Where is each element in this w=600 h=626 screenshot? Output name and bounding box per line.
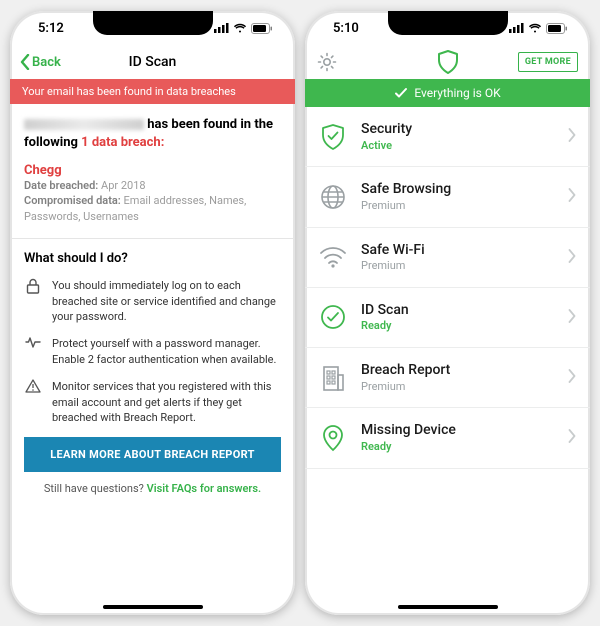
alert-banner: Your email has been found in data breach… [10, 79, 295, 104]
row-labels: Security Active [361, 121, 554, 152]
back-button[interactable]: Back [20, 54, 61, 70]
comp-label: Compromised data: [24, 194, 121, 207]
chevron-right-icon [568, 428, 576, 447]
home-indicator[interactable] [103, 605, 203, 609]
alert-text: Your email has been found in data breach… [22, 85, 236, 98]
breach-date-value: Apr 2018 [101, 179, 146, 192]
faq-link[interactable]: Visit FAQs for answers. [147, 482, 262, 495]
breach-count: 1 data breach: [81, 135, 164, 150]
back-label: Back [32, 55, 61, 70]
chevron-right-icon [568, 187, 576, 206]
row-labels: Missing Device Ready [361, 422, 554, 453]
row-title: Missing Device [361, 422, 554, 440]
row-title: Safe Wi-Fi [361, 242, 554, 260]
clock-time: 5:12 [38, 21, 64, 36]
building-icon [319, 364, 347, 392]
breach-date-label: Date breached: [24, 179, 98, 192]
lock-icon [24, 278, 42, 324]
compromised-data: Compromised data: Email addresses, Names… [24, 193, 281, 224]
chevron-right-icon [568, 308, 576, 327]
dashboard-row-id-scan[interactable]: ID Scan Ready [305, 288, 590, 348]
settings-button[interactable] [317, 52, 337, 72]
row-status: Ready [361, 440, 554, 454]
dashboard-row-breach-report[interactable]: Breach Report Premium [305, 348, 590, 408]
dashboard-row-safe-browsing[interactable]: Safe Browsing Premium [305, 167, 590, 227]
dashboard-row-missing-device[interactable]: Missing Device Ready [305, 408, 590, 468]
advice-3-text: Monitor services that you registered wit… [52, 379, 281, 425]
pin-icon [319, 424, 347, 452]
top-bar: GET MORE [305, 45, 590, 79]
advice-3: Monitor services that you registered wit… [24, 379, 281, 425]
status-banner: Everything is OK [305, 79, 590, 107]
status-bar: 5:12 [10, 11, 295, 45]
status-icons [509, 23, 568, 34]
row-title: ID Scan [361, 302, 554, 320]
content: has been found in the following 1 data b… [10, 104, 295, 615]
wifi-icon [319, 246, 347, 268]
signal-icon [214, 23, 229, 33]
home-indicator[interactable] [398, 605, 498, 609]
logo-shield-icon [437, 50, 459, 74]
dashboard-list: Security Active Safe Browsing Premium Sa… [305, 107, 590, 615]
status-text: Everything is OK [414, 86, 500, 100]
row-labels: Safe Wi-Fi Premium [361, 242, 554, 273]
phone-dashboard: 5:10 GET MORE Everything is OK [305, 11, 590, 615]
nav-bar: Back ID Scan [10, 45, 295, 79]
dashboard-row-security[interactable]: Security Active [305, 107, 590, 167]
wifi-icon [528, 23, 542, 33]
check-icon [394, 86, 408, 100]
breach-name: Chegg [24, 163, 281, 178]
warning-icon [24, 379, 42, 425]
notch [93, 11, 213, 35]
redacted-email [24, 119, 144, 130]
row-labels: Safe Browsing Premium [361, 181, 554, 212]
phone-id-scan: 5:12 Back ID Scan Your email has been fo… [10, 11, 295, 615]
get-more-label: GET MORE [525, 57, 571, 67]
advice-2-text: Protect yourself with a password manager… [52, 336, 281, 367]
status-bar: 5:10 [305, 11, 590, 45]
breach-date: Date breached: Apr 2018 [24, 178, 281, 193]
advice-2: Protect yourself with a password manager… [24, 336, 281, 367]
gear-icon [317, 52, 337, 72]
row-status: Premium [361, 199, 554, 213]
dashboard-row-safe-wi-fi[interactable]: Safe Wi-Fi Premium [305, 228, 590, 288]
chevron-left-icon [20, 54, 30, 70]
battery-icon [251, 23, 273, 34]
faq-question: Still have questions? [44, 482, 147, 495]
battery-icon [546, 23, 568, 34]
row-status: Premium [361, 380, 554, 394]
row-labels: ID Scan Ready [361, 302, 554, 333]
page-title: ID Scan [129, 54, 177, 70]
notch [388, 11, 508, 35]
row-status: Active [361, 139, 554, 153]
divider [10, 238, 295, 239]
row-status: Premium [361, 259, 554, 273]
breach-summary: has been found in the following 1 data b… [24, 116, 281, 151]
globe-icon [319, 184, 347, 210]
row-labels: Breach Report Premium [361, 362, 554, 393]
clock-time: 5:10 [333, 21, 359, 36]
shield-check-icon [319, 123, 347, 151]
faq-line: Still have questions? Visit FAQs for ans… [24, 482, 281, 495]
row-title: Breach Report [361, 362, 554, 380]
what-should-i-do-heading: What should I do? [24, 251, 281, 266]
row-status: Ready [361, 319, 554, 333]
row-title: Safe Browsing [361, 181, 554, 199]
advice-1-text: You should immediately log on to each br… [52, 278, 281, 324]
row-title: Security [361, 121, 554, 139]
chevron-right-icon [568, 127, 576, 146]
get-more-button[interactable]: GET MORE [518, 52, 578, 72]
wifi-icon [233, 23, 247, 33]
chevron-right-icon [568, 368, 576, 387]
learn-more-button[interactable]: LEARN MORE ABOUT BREACH REPORT [24, 437, 281, 472]
advice-1: You should immediately log on to each br… [24, 278, 281, 324]
status-icons [214, 23, 273, 34]
chevron-right-icon [568, 248, 576, 267]
signal-icon [509, 23, 524, 33]
learn-more-label: LEARN MORE ABOUT BREACH REPORT [50, 448, 254, 461]
activity-icon [24, 336, 42, 367]
circle-check-icon [319, 304, 347, 330]
